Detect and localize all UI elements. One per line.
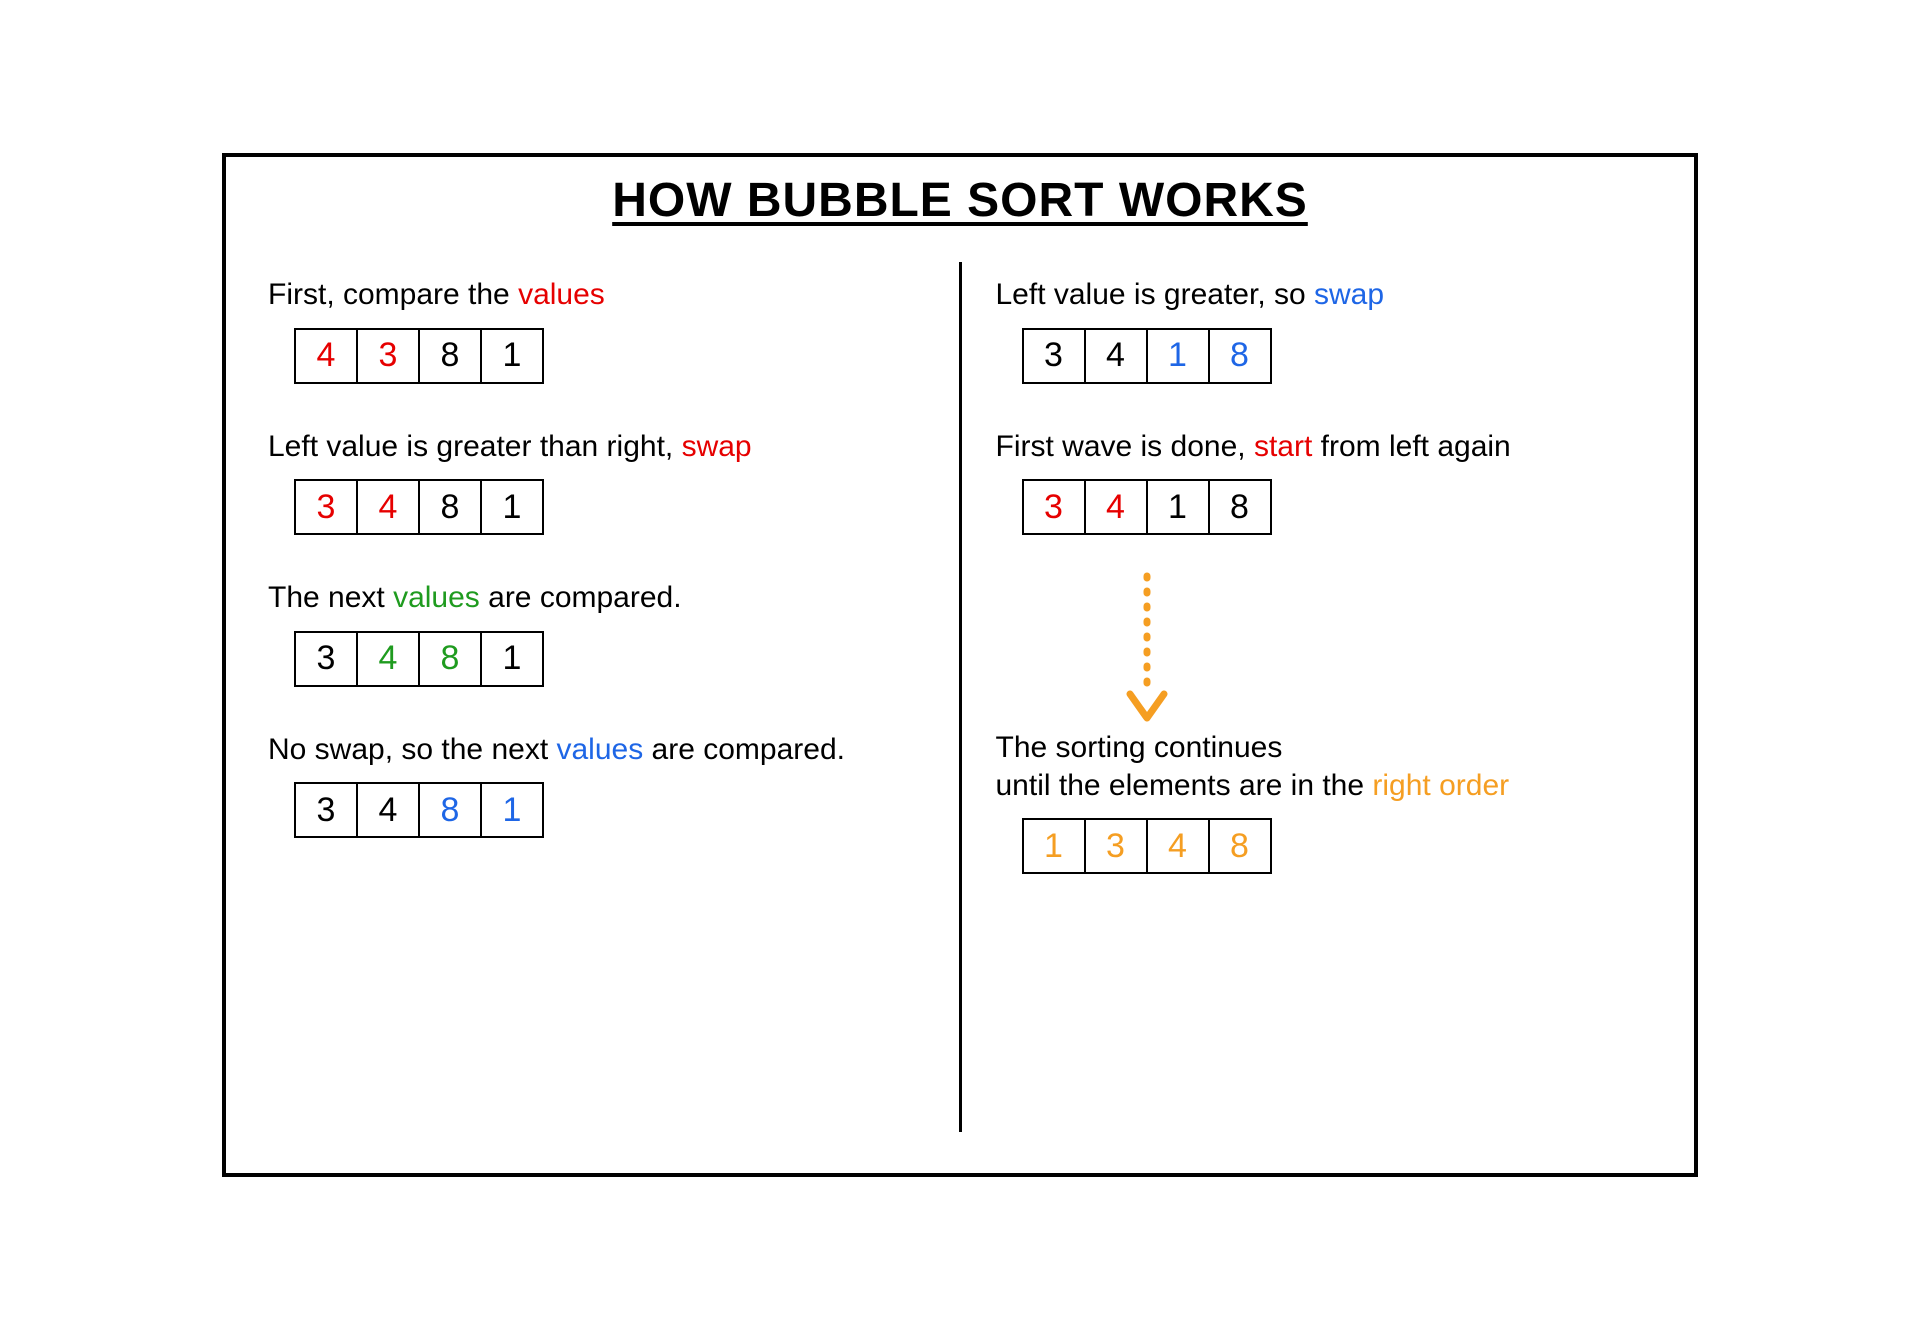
caption-text: until the elements are in the (996, 769, 1373, 802)
array-cell: 4 (294, 328, 358, 384)
array-cell: 1 (480, 631, 544, 687)
caption-text: values (393, 581, 480, 614)
column-left: First, compare the values4381Left value … (262, 276, 959, 1138)
array-cell: 4 (1084, 479, 1148, 535)
caption-text: values (557, 733, 644, 766)
array-cell: 8 (418, 631, 482, 687)
array-cell: 1 (480, 328, 544, 384)
step-caption: The sorting continues until the elements … (996, 729, 1653, 804)
step5: Left value is greater, so swap 3418 (996, 276, 1653, 384)
array-row: 3481 (294, 782, 925, 838)
caption-text: The next (268, 581, 393, 614)
caption-text: Left value is greater than right, (268, 430, 682, 463)
step4: No swap, so the next values are compared… (268, 731, 925, 839)
caption-text: from left again (1312, 430, 1510, 463)
step1: First, compare the values 4381 (268, 276, 925, 384)
caption-text: right order (1372, 769, 1509, 802)
array-row: 3418 (1022, 328, 1653, 384)
caption-text: swap (1314, 278, 1384, 311)
arrow-down-icon (1124, 570, 1170, 730)
caption-text: First wave is done, (996, 430, 1254, 463)
step-caption: Left value is greater, so swap (996, 276, 1653, 314)
array-cell: 3 (356, 328, 420, 384)
array-cell: 1 (1146, 479, 1210, 535)
array-cell: 8 (1208, 479, 1272, 535)
step2: Left value is greater than right, swap 34… (268, 428, 925, 536)
diagram-frame: HOW BUBBLE SORT WORKS First, compare the… (222, 153, 1698, 1177)
step-caption: Left value is greater than right, swap (268, 428, 925, 466)
array-cell: 4 (1146, 818, 1210, 874)
caption-text: are compared. (480, 581, 682, 614)
step-caption: First wave is done, start from left agai… (996, 428, 1653, 466)
array-row: 3481 (294, 631, 925, 687)
array-row: 4381 (294, 328, 925, 384)
array-cell: 3 (294, 782, 358, 838)
array-row: 3481 (294, 479, 925, 535)
columns: First, compare the values4381Left value … (262, 276, 1658, 1138)
caption-text: swap (682, 430, 752, 463)
caption-text: First, compare the (268, 278, 518, 311)
caption-text: Left value is greater, so (996, 278, 1315, 311)
array-cell: 3 (1084, 818, 1148, 874)
array-row: 1348 (1022, 818, 1653, 874)
array-cell: 8 (418, 479, 482, 535)
array-cell: 8 (1208, 818, 1272, 874)
caption-text: values (518, 278, 605, 311)
continuation-arrow (1124, 565, 1653, 735)
caption-text: start (1254, 430, 1312, 463)
array-cell: 1 (1146, 328, 1210, 384)
step7: The sorting continues until the elements … (996, 729, 1653, 874)
array-cell: 4 (356, 782, 420, 838)
step-caption: No swap, so the next values are compared… (268, 731, 925, 769)
array-cell: 1 (1022, 818, 1086, 874)
array-cell: 4 (356, 631, 420, 687)
array-cell: 8 (1208, 328, 1272, 384)
array-cell: 4 (356, 479, 420, 535)
array-cell: 8 (418, 328, 482, 384)
array-cell: 1 (480, 782, 544, 838)
step3: The next values are compared. 3481 (268, 579, 925, 687)
caption-text: No swap, so the next (268, 733, 557, 766)
step-caption: First, compare the values (268, 276, 925, 314)
array-cell: 3 (294, 479, 358, 535)
step6: First wave is done, start from left agai… (996, 428, 1653, 536)
step-caption: The next values are compared. (268, 579, 925, 617)
array-cell: 1 (480, 479, 544, 535)
array-cell: 3 (1022, 328, 1086, 384)
diagram-title: HOW BUBBLE SORT WORKS (262, 173, 1658, 228)
column-right: Left value is greater, so swap3418First … (962, 276, 1659, 1138)
array-row: 3418 (1022, 479, 1653, 535)
array-cell: 3 (294, 631, 358, 687)
caption-text: The sorting continues (996, 731, 1283, 764)
array-cell: 4 (1084, 328, 1148, 384)
array-cell: 3 (1022, 479, 1086, 535)
caption-text: are compared. (643, 733, 845, 766)
array-cell: 8 (418, 782, 482, 838)
